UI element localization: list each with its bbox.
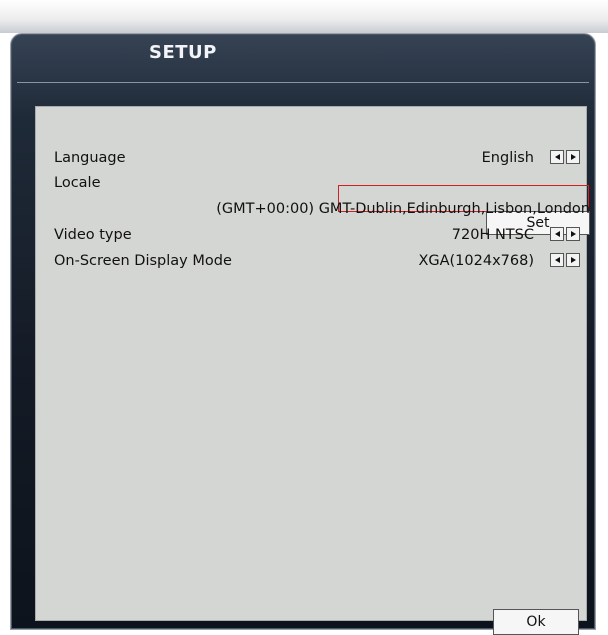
osd-mode-prev-button[interactable] xyxy=(550,253,564,267)
window-title: SETUP xyxy=(149,42,217,63)
language-prev-button[interactable] xyxy=(550,150,564,164)
osd-mode-label: On-Screen Display Mode xyxy=(54,253,232,269)
triangle-right-icon xyxy=(570,231,576,237)
settings-panel: Language English Locale Set (GMT+00:00) … xyxy=(35,106,590,635)
osd-mode-next-button[interactable] xyxy=(566,253,580,267)
video-type-next-button[interactable] xyxy=(566,227,580,241)
osd-mode-row: On-Screen Display Mode XGA(1024x768) xyxy=(54,250,586,272)
video-type-arrows xyxy=(550,227,580,241)
osd-mode-value: XGA(1024x768) xyxy=(418,253,534,269)
locale-value: (GMT+00:00) GMT-Dublin,Edinburgh,Lisbon,… xyxy=(216,201,590,217)
setup-window: SETUP Language English Locale Set (GMT+0… xyxy=(10,33,596,635)
triangle-right-icon xyxy=(570,257,576,263)
locale-row: Locale xyxy=(54,172,586,194)
locale-value-row: (GMT+00:00) GMT-Dublin,Edinburgh,Lisbon,… xyxy=(54,198,590,220)
top-bar xyxy=(0,0,608,33)
triangle-left-icon xyxy=(554,231,560,237)
video-type-label: Video type xyxy=(54,227,132,243)
locale-label: Locale xyxy=(54,175,101,191)
triangle-left-icon xyxy=(554,257,560,263)
triangle-right-icon xyxy=(570,154,576,160)
language-next-button[interactable] xyxy=(566,150,580,164)
triangle-left-icon xyxy=(554,154,560,160)
language-value: English xyxy=(481,150,534,166)
video-type-prev-button[interactable] xyxy=(550,227,564,241)
title-divider xyxy=(17,82,589,83)
language-label: Language xyxy=(54,150,126,166)
video-type-value: 720H NTSC xyxy=(451,227,534,243)
language-row: Language English xyxy=(54,147,586,169)
osd-mode-arrows xyxy=(550,253,580,267)
video-type-row: Video type 720H NTSC xyxy=(54,224,586,246)
ok-button[interactable]: Ok xyxy=(493,609,579,635)
language-arrows xyxy=(550,150,580,164)
